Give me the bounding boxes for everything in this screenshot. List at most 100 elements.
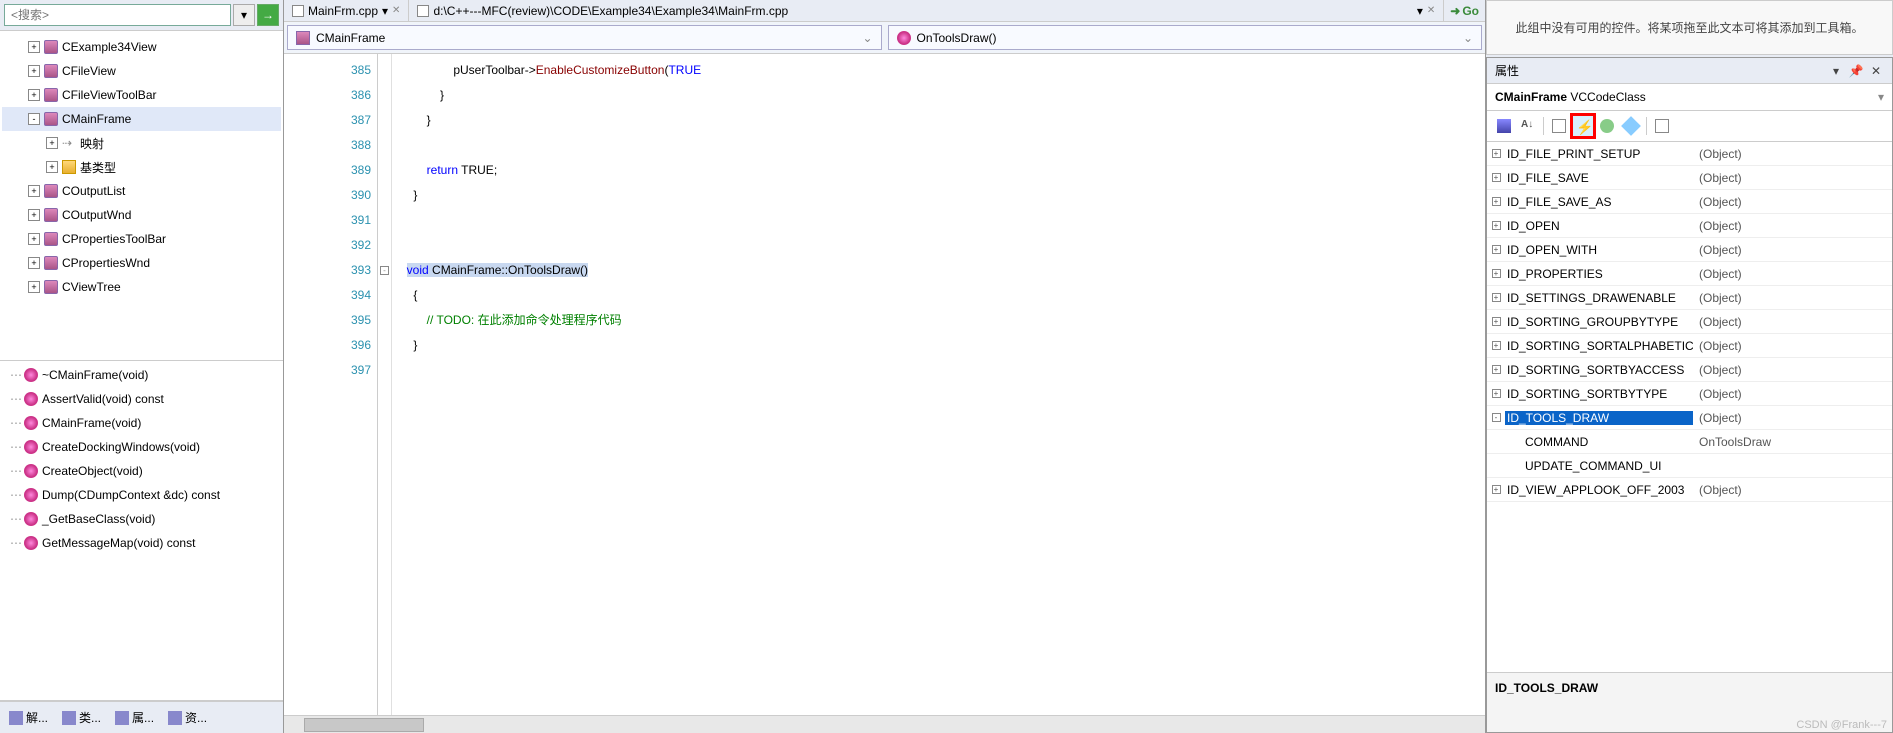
search-dropdown-button[interactable]: ▾ xyxy=(233,4,255,26)
expand-icon[interactable]: + xyxy=(28,209,40,221)
tree-item[interactable]: +CPropertiesWnd xyxy=(2,251,281,275)
dropdown-icon[interactable]: ▾ xyxy=(1828,63,1844,79)
expand-icon[interactable]: + xyxy=(1487,244,1505,255)
property-value[interactable]: (Object) xyxy=(1693,291,1892,305)
tree-item[interactable]: -CMainFrame xyxy=(2,107,281,131)
property-row[interactable]: +ID_FILE_PRINT_SETUP(Object) xyxy=(1487,142,1892,166)
code-text[interactable]: pUserToolbar->EnableCustomizeButton(TRUE… xyxy=(392,54,1485,715)
property-row[interactable]: +ID_FILE_SAVE_AS(Object) xyxy=(1487,190,1892,214)
expand-icon[interactable]: + xyxy=(28,185,40,197)
expand-icon[interactable]: + xyxy=(1487,340,1505,351)
property-value[interactable]: (Object) xyxy=(1693,363,1892,377)
expand-icon[interactable]: - xyxy=(28,113,40,125)
member-tree[interactable]: ⋯~CMainFrame(void)⋯AssertValid(void) con… xyxy=(0,361,283,701)
events-button[interactable]: ⚡ xyxy=(1570,113,1596,139)
property-value[interactable]: (Object) xyxy=(1693,219,1892,233)
go-button[interactable]: ➜ Go xyxy=(1444,2,1485,20)
file-tab-1[interactable]: MainFrm.cpp ▾ ✕ xyxy=(284,0,409,21)
member-item[interactable]: ⋯_GetBaseClass(void) xyxy=(2,507,281,531)
tree-item[interactable]: +COutputList xyxy=(2,179,281,203)
property-row[interactable]: COMMANDOnToolsDraw xyxy=(1487,430,1892,454)
member-item[interactable]: ⋯CMainFrame(void) xyxy=(2,411,281,435)
expand-icon[interactable]: + xyxy=(28,281,40,293)
class-tree[interactable]: +CExample34View+CFileView+CFileViewToolB… xyxy=(0,31,283,361)
file-tab-2[interactable]: d:\C++---MFC(review)\CODE\Example34\Exam… xyxy=(409,0,1444,21)
property-row[interactable]: +ID_SORTING_SORTBYTYPE(Object) xyxy=(1487,382,1892,406)
scrollbar-thumb[interactable] xyxy=(304,718,424,732)
property-row[interactable]: UPDATE_COMMAND_UI xyxy=(1487,454,1892,478)
tree-item[interactable]: +⇢映射 xyxy=(2,131,281,155)
property-pages-button[interactable] xyxy=(1651,115,1673,137)
search-input[interactable] xyxy=(4,4,231,26)
object-selector[interactable]: CMainFrame VCCodeClass ▾ xyxy=(1487,84,1892,111)
expand-icon[interactable]: + xyxy=(1487,484,1505,495)
tree-item[interactable]: +基类型 xyxy=(2,155,281,179)
bottom-tab[interactable]: 解... xyxy=(2,704,55,731)
expand-icon[interactable]: + xyxy=(1487,292,1505,303)
property-value[interactable]: (Object) xyxy=(1693,315,1892,329)
close-icon[interactable]: ✕ xyxy=(1427,5,1435,16)
bottom-tab[interactable]: 属... xyxy=(108,704,161,731)
expand-icon[interactable]: + xyxy=(28,89,40,101)
property-value[interactable]: (Object) xyxy=(1693,267,1892,281)
property-value[interactable]: (Object) xyxy=(1693,339,1892,353)
expand-icon[interactable]: - xyxy=(1487,412,1505,423)
property-value[interactable]: (Object) xyxy=(1693,387,1892,401)
expand-icon[interactable]: + xyxy=(1487,196,1505,207)
member-item[interactable]: ⋯Dump(CDumpContext &dc) const xyxy=(2,483,281,507)
properties-button[interactable] xyxy=(1548,115,1570,137)
tree-item[interactable]: +CViewTree xyxy=(2,275,281,299)
property-value[interactable]: OnToolsDraw xyxy=(1693,435,1892,449)
expand-icon[interactable]: + xyxy=(1487,364,1505,375)
tree-item[interactable]: +COutputWnd xyxy=(2,203,281,227)
property-value[interactable]: (Object) xyxy=(1693,171,1892,185)
property-row[interactable]: +ID_SETTINGS_DRAWENABLE(Object) xyxy=(1487,286,1892,310)
fold-icon[interactable]: - xyxy=(380,266,389,275)
tree-item[interactable]: +CFileViewToolBar xyxy=(2,83,281,107)
expand-icon[interactable]: + xyxy=(1487,388,1505,399)
class-scope-select[interactable]: CMainFrame ⌄ xyxy=(287,25,882,50)
property-row[interactable]: +ID_FILE_SAVE(Object) xyxy=(1487,166,1892,190)
property-row[interactable]: +ID_OPEN_WITH(Object) xyxy=(1487,238,1892,262)
categorized-button[interactable] xyxy=(1493,115,1515,137)
tree-item[interactable]: +CFileView xyxy=(2,59,281,83)
overrides-button[interactable] xyxy=(1620,115,1642,137)
alphabetical-button[interactable]: A↓ xyxy=(1517,115,1539,137)
tree-item[interactable]: +CExample34View xyxy=(2,35,281,59)
property-row[interactable]: +ID_SORTING_GROUPBYTYPE(Object) xyxy=(1487,310,1892,334)
bottom-tab[interactable]: 类... xyxy=(55,704,108,731)
pin-icon[interactable]: 📌 xyxy=(1848,63,1864,79)
close-icon[interactable]: ✕ xyxy=(1868,63,1884,79)
property-list[interactable]: +ID_FILE_PRINT_SETUP(Object)+ID_FILE_SAV… xyxy=(1487,142,1892,672)
expand-icon[interactable]: + xyxy=(46,137,58,149)
expand-icon[interactable]: + xyxy=(28,41,40,53)
property-row[interactable]: +ID_SORTING_SORTBYACCESS(Object) xyxy=(1487,358,1892,382)
close-icon[interactable]: ✕ xyxy=(392,5,400,16)
property-row[interactable]: +ID_PROPERTIES(Object) xyxy=(1487,262,1892,286)
fold-column[interactable]: - xyxy=(378,54,392,715)
expand-icon[interactable]: + xyxy=(1487,148,1505,159)
property-row[interactable]: -ID_TOOLS_DRAW(Object) xyxy=(1487,406,1892,430)
expand-icon[interactable]: + xyxy=(28,257,40,269)
expand-icon[interactable]: + xyxy=(1487,268,1505,279)
expand-icon[interactable]: + xyxy=(28,233,40,245)
member-item[interactable]: ⋯AssertValid(void) const xyxy=(2,387,281,411)
property-value[interactable]: (Object) xyxy=(1693,483,1892,497)
member-item[interactable]: ⋯CreateDockingWindows(void) xyxy=(2,435,281,459)
expand-icon[interactable]: + xyxy=(28,65,40,77)
property-row[interactable]: +ID_SORTING_SORTALPHABETIC(Object) xyxy=(1487,334,1892,358)
property-value[interactable]: (Object) xyxy=(1693,243,1892,257)
property-value[interactable]: (Object) xyxy=(1693,195,1892,209)
property-value[interactable]: (Object) xyxy=(1693,147,1892,161)
expand-icon[interactable]: + xyxy=(46,161,58,173)
search-go-button[interactable]: → xyxy=(257,4,279,26)
property-row[interactable]: +ID_VIEW_APPLOOK_OFF_2003(Object) xyxy=(1487,478,1892,502)
bottom-tab[interactable]: 资... xyxy=(161,704,214,731)
expand-icon[interactable]: + xyxy=(1487,220,1505,231)
expand-icon[interactable]: + xyxy=(1487,316,1505,327)
member-item[interactable]: ⋯CreateObject(void) xyxy=(2,459,281,483)
messages-button[interactable] xyxy=(1596,115,1618,137)
tree-item[interactable]: +CPropertiesToolBar xyxy=(2,227,281,251)
function-scope-select[interactable]: OnToolsDraw() ⌄ xyxy=(888,25,1483,50)
member-item[interactable]: ⋯~CMainFrame(void) xyxy=(2,363,281,387)
